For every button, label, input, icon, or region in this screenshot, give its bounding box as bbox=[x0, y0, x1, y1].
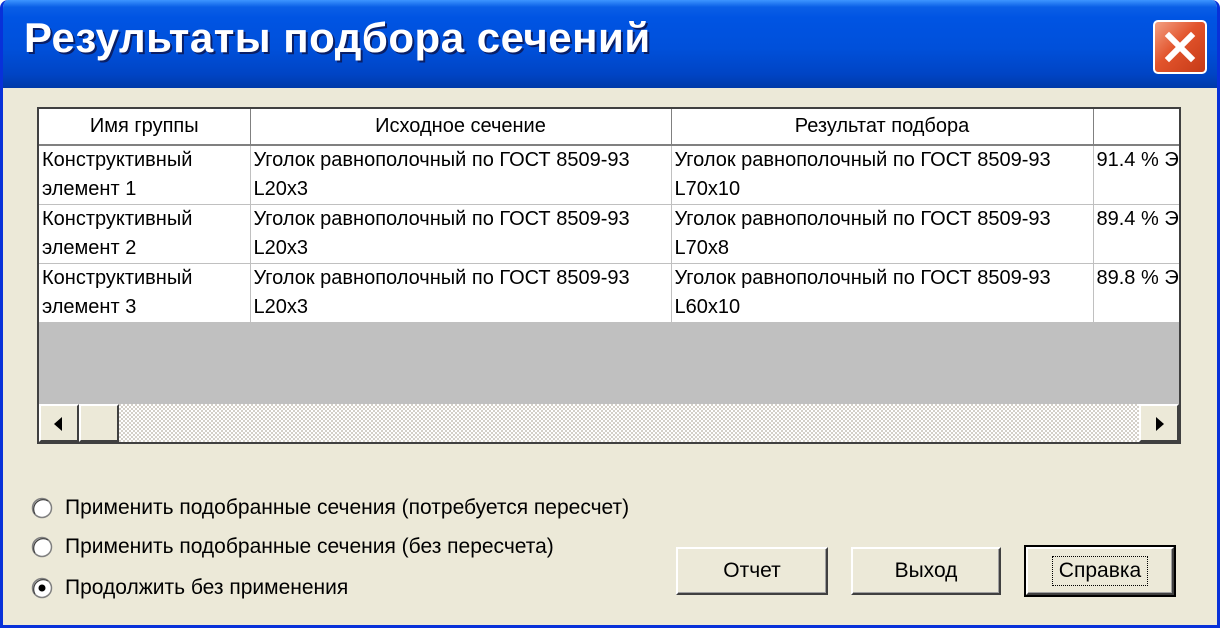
cell-extra[interactable]: 91.4 % Э bbox=[1093, 145, 1179, 205]
column-header-extra[interactable] bbox=[1093, 109, 1179, 146]
cell-result[interactable]: Уголок равнополочный по ГОСТ 8509-93 L70… bbox=[671, 204, 1094, 264]
option-label: Применить подобранные сечения (без перес… bbox=[65, 535, 554, 558]
scroll-right-button[interactable] bbox=[1139, 404, 1179, 442]
scroll-left-button[interactable] bbox=[39, 404, 79, 442]
cell-result[interactable]: Уголок равнополочный по ГОСТ 8509-93 L70… bbox=[671, 145, 1094, 205]
close-button[interactable] bbox=[1153, 20, 1207, 74]
column-header-result[interactable]: Результат подбора bbox=[671, 109, 1094, 146]
close-icon bbox=[1164, 31, 1196, 63]
option-label: Продолжить без применения bbox=[65, 576, 349, 599]
table-row[interactable]: Конструктивный элемент 1 Уголок равнопол… bbox=[39, 145, 1179, 205]
radio-button[interactable] bbox=[31, 536, 53, 558]
table-row[interactable]: Конструктивный элемент 2 Уголок равнопол… bbox=[39, 204, 1179, 264]
cell-group[interactable]: Конструктивный элемент 3 bbox=[39, 263, 251, 323]
option-apply-recalc[interactable]: Применить подобранные сечения (потребует… bbox=[31, 493, 629, 523]
arrow-left-icon bbox=[54, 417, 62, 431]
radio-button-selected[interactable] bbox=[31, 577, 53, 599]
radio-button[interactable] bbox=[31, 497, 53, 519]
report-button[interactable]: Отчет bbox=[676, 547, 828, 595]
cell-group[interactable]: Конструктивный элемент 2 bbox=[39, 204, 251, 264]
dialog-window: Результаты подбора сечений Имя группы Ис… bbox=[0, 0, 1220, 628]
column-header-source[interactable]: Исходное сечение bbox=[250, 109, 672, 146]
title-bar[interactable]: Результаты подбора сечений bbox=[3, 0, 1217, 88]
cell-extra[interactable]: 89.4 % Э bbox=[1093, 204, 1179, 264]
grid-header-row: Имя группы Исходное сечение Результат по… bbox=[39, 109, 1179, 146]
cell-source[interactable]: Уголок равнополочный по ГОСТ 8509-93 L20… bbox=[250, 204, 672, 264]
option-continue-without-applying[interactable]: Продолжить без применения bbox=[31, 573, 348, 603]
option-label: Применить подобранные сечения (потребует… bbox=[65, 496, 630, 519]
cell-result[interactable]: Уголок равнополочный по ГОСТ 8509-93 L60… bbox=[671, 263, 1094, 323]
exit-button[interactable]: Выход bbox=[851, 547, 1001, 595]
horizontal-scrollbar[interactable] bbox=[39, 404, 1179, 442]
arrow-right-icon bbox=[1156, 417, 1164, 431]
window-title: Результаты подбора сечений bbox=[24, 14, 651, 61]
scrollbar-thumb[interactable] bbox=[79, 404, 119, 442]
help-button[interactable]: Справка bbox=[1024, 545, 1176, 597]
column-header-group[interactable]: Имя группы bbox=[39, 109, 251, 146]
cell-source[interactable]: Уголок равнополочный по ГОСТ 8509-93 L20… bbox=[250, 145, 672, 205]
cell-group[interactable]: Конструктивный элемент 1 bbox=[39, 145, 251, 205]
cell-source[interactable]: Уголок равнополочный по ГОСТ 8509-93 L20… bbox=[250, 263, 672, 323]
cell-extra[interactable]: 89.8 % Э bbox=[1093, 263, 1179, 323]
help-button-label: Справка bbox=[1051, 556, 1149, 586]
table-row[interactable]: Конструктивный элемент 3 Уголок равнопол… bbox=[39, 263, 1179, 323]
option-apply-no-recalc[interactable]: Применить подобранные сечения (без перес… bbox=[31, 532, 554, 562]
results-grid[interactable]: Имя группы Исходное сечение Результат по… bbox=[37, 107, 1181, 444]
